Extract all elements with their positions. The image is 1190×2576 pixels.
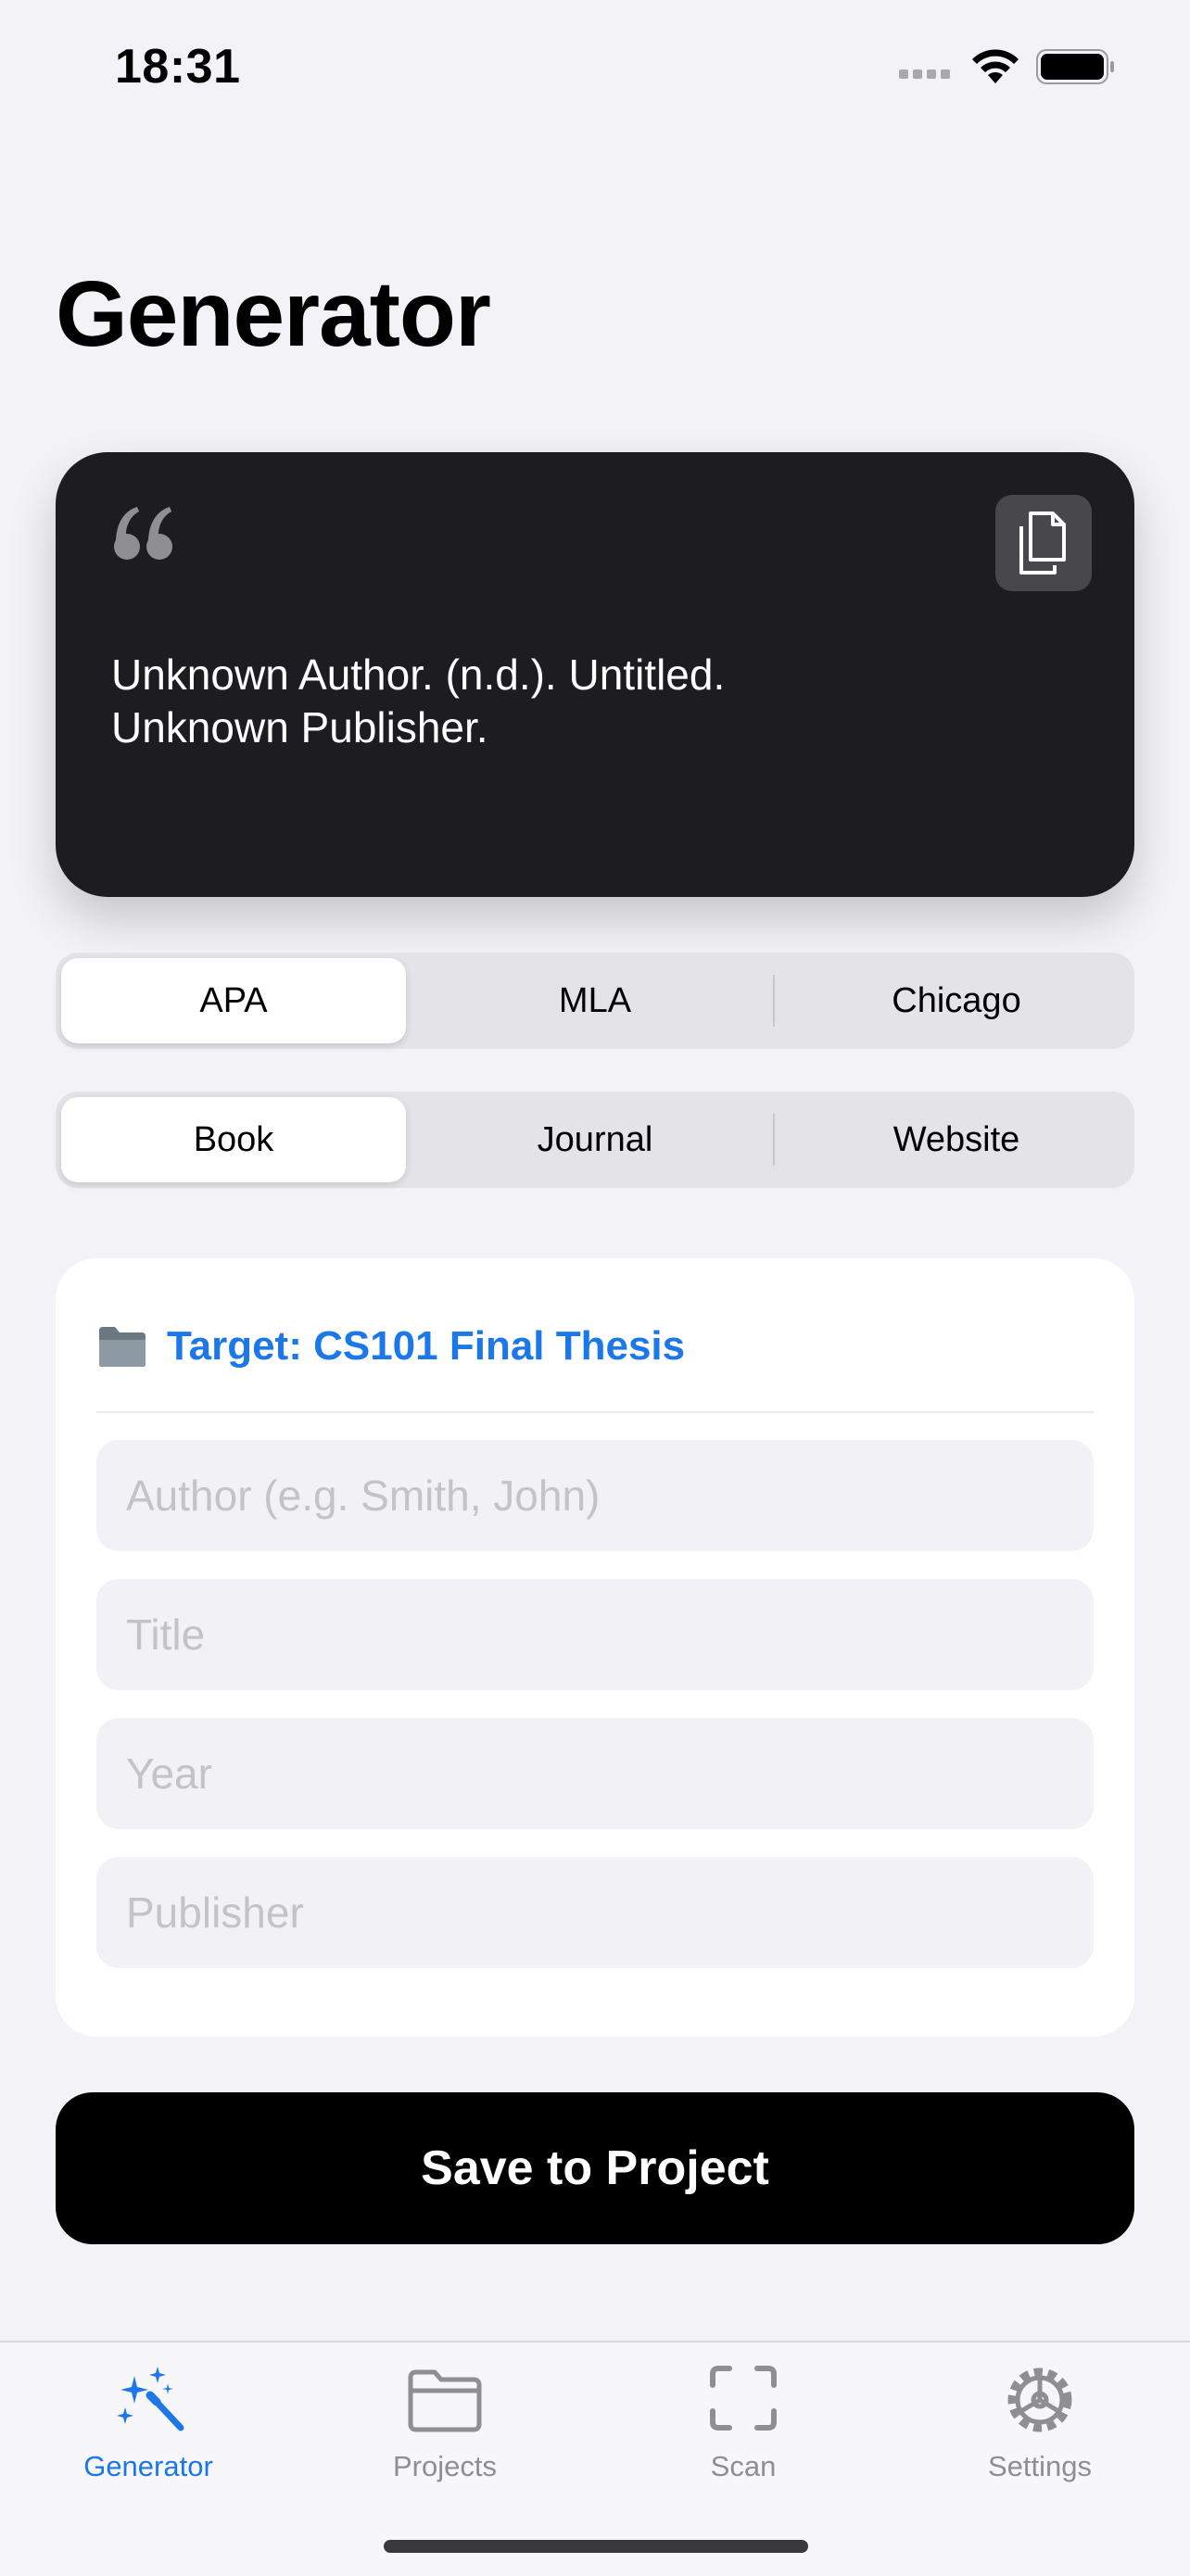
gear-icon (1007, 2368, 1072, 2432)
tab-scan[interactable]: Scan (641, 2363, 845, 2502)
author-input[interactable] (96, 1440, 1094, 1551)
title-input[interactable] (96, 1579, 1094, 1690)
tab-label-generator: Generator (83, 2450, 213, 2482)
tab-label-settings: Settings (987, 2450, 1092, 2482)
save-to-project-button[interactable]: Save to Project (56, 2092, 1134, 2244)
target-project-label: Target: CS101 Final Thesis (167, 1323, 686, 1369)
folder-icon (408, 2369, 482, 2432)
wifi-icon (972, 49, 1019, 83)
citation-style-picker: APA MLA Chicago (56, 953, 1134, 1049)
tab-label-scan: Scan (710, 2450, 777, 2482)
citation-text: Unknown Author. (n.d.). Untitled. Unknow… (111, 649, 945, 754)
style-option-chicago[interactable]: Chicago (784, 958, 1129, 1043)
page-title: Generator (56, 262, 491, 366)
home-indicator[interactable] (384, 2540, 808, 2553)
style-option-mla[interactable]: MLA (423, 958, 767, 1043)
status-bar: 18:31 (0, 0, 1190, 139)
type-option-journal[interactable]: Journal (423, 1097, 767, 1182)
status-time: 18:31 (115, 40, 241, 94)
copy-citation-button[interactable] (995, 495, 1092, 591)
citation-line-2: Unknown Publisher. (111, 703, 488, 751)
copy-icon (1019, 511, 1066, 575)
style-option-apa[interactable]: APA (61, 958, 406, 1043)
source-details-form: Target: CS101 Final Thesis (56, 1258, 1134, 2037)
cellular-signal-icon (899, 67, 958, 80)
citation-line-1: Unknown Author. (n.d.). Untitled. (111, 650, 726, 699)
tab-label-projects: Projects (393, 2450, 497, 2482)
segment-divider (773, 1114, 775, 1166)
tab-projects[interactable]: Projects (343, 2363, 547, 2502)
quote-open-icon (114, 507, 172, 560)
target-project-row[interactable]: Target: CS101 Final Thesis (96, 1314, 685, 1379)
battery-icon (1036, 49, 1114, 84)
form-divider (96, 1411, 1094, 1413)
magic-wand-icon (117, 2367, 184, 2431)
scan-icon (710, 2366, 777, 2431)
tab-generator[interactable]: Generator (46, 2363, 250, 2502)
type-option-book[interactable]: Book (61, 1097, 406, 1182)
year-input[interactable] (96, 1718, 1094, 1829)
source-type-picker: Book Journal Website (56, 1092, 1134, 1188)
citation-preview-card: Unknown Author. (n.d.). Untitled. Unknow… (56, 452, 1134, 897)
folder-icon (99, 1327, 146, 1367)
segment-divider (773, 975, 775, 1027)
publisher-input[interactable] (96, 1857, 1094, 1968)
tab-settings[interactable]: Settings (938, 2363, 1142, 2502)
type-option-website[interactable]: Website (784, 1097, 1129, 1182)
